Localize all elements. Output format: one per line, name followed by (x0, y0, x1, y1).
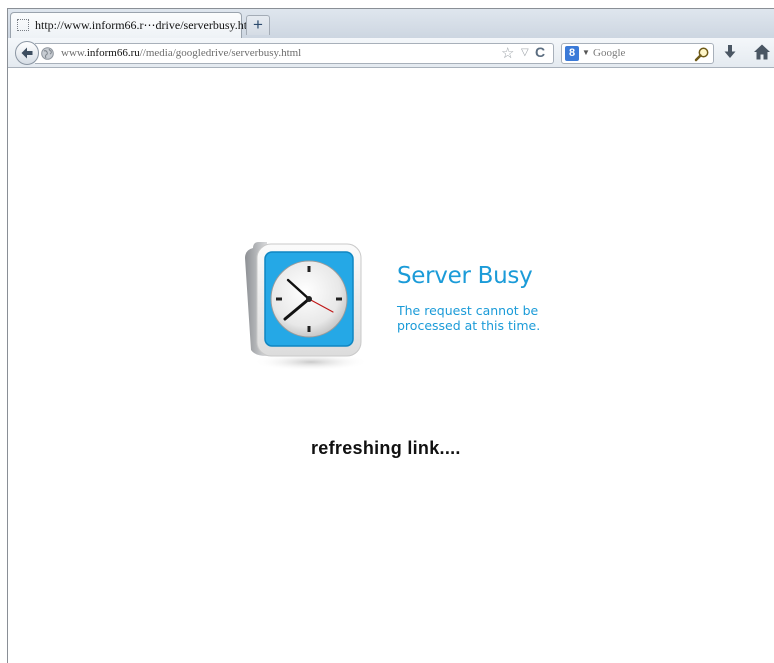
browser-tab[interactable]: http://www.inform66.r⋯drive/serverbusy.h… (10, 12, 260, 38)
browser-window: http://www.inform66.r⋯drive/serverbusy.h… (7, 8, 774, 663)
reload-icon[interactable]: C (535, 44, 545, 60)
server-busy-title: Server Busy (397, 263, 533, 289)
server-busy-message: The request cannot be processed at this … (397, 303, 541, 333)
url-domain: inform66.ru (86, 47, 140, 59)
tab-strip: http://www.inform66.r⋯drive/serverbusy.h… (8, 9, 774, 38)
refreshing-status-text: refreshing link.... (311, 438, 461, 458)
address-bar[interactable]: www.inform66.ru//media/googledrive/serve… (35, 43, 554, 64)
download-icon[interactable] (723, 44, 737, 60)
search-placeholder: Google (593, 47, 626, 59)
clock-icon (245, 242, 367, 371)
url-text: www.inform66.ru//media/googledrive/serve… (61, 47, 301, 59)
url-prefix: www. (61, 47, 87, 59)
history-dropmarker-icon[interactable]: ▽ (521, 47, 529, 58)
back-button[interactable] (15, 41, 39, 65)
search-engine-icon[interactable]: 8 (565, 46, 579, 61)
bookmark-star-icon[interactable]: ☆ (501, 44, 514, 62)
back-arrow-icon (21, 47, 33, 59)
new-tab-button[interactable]: + (246, 15, 270, 35)
home-icon[interactable] (753, 43, 771, 61)
page-content: Server Busy The request cannot be proces… (8, 68, 774, 663)
tab-title: http://www.inform66.r⋯drive/serverbusy.h… (35, 18, 260, 32)
search-box[interactable]: 8 ▼ Google (561, 43, 714, 64)
favicon-placeholder-icon (17, 19, 29, 31)
url-path: //media/googledrive/serverbusy.html (139, 47, 302, 59)
magnifier-icon[interactable] (694, 46, 710, 62)
globe-icon (41, 47, 54, 60)
navigation-toolbar: www.inform66.ru//media/googledrive/serve… (8, 38, 774, 68)
engine-caret-icon[interactable]: ▼ (582, 48, 590, 57)
